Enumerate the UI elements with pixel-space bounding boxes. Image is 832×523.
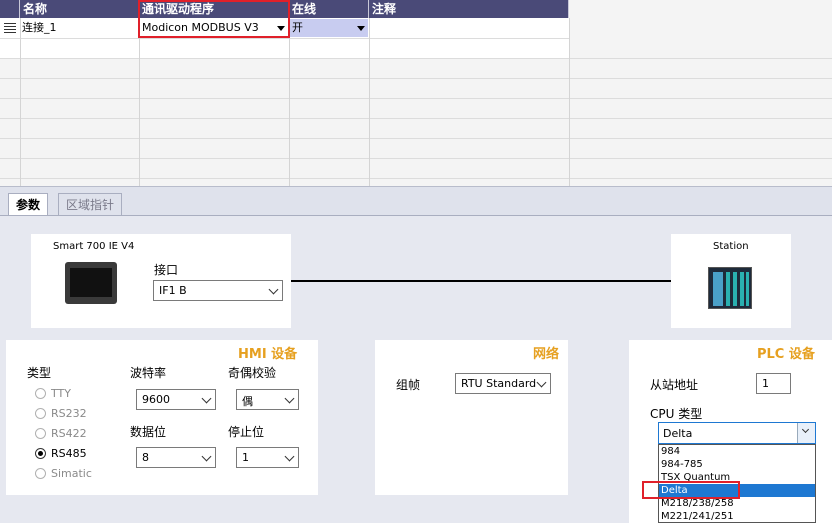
tab-area-pointer[interactable]: 区域指针 [58,193,123,215]
radio-tty[interactable] [35,388,46,399]
parity-value: 偶 [242,395,253,408]
row-handle-icon[interactable] [4,22,16,33]
chevron-down-icon [536,377,547,388]
col-divider [139,18,140,186]
slave-address-value: 1 [762,377,769,390]
plc-title: PLC 设备 [757,347,815,362]
tab-baseline [0,215,832,216]
row-divider [0,98,832,99]
interface-select[interactable]: IF1 B [153,280,283,301]
radio-rs232-label: RS232 [51,407,87,420]
chevron-down-icon[interactable] [797,423,815,443]
radio-rs422-label: RS422 [51,427,87,440]
header-name[interactable]: 名称 [20,0,139,18]
type-label: 类型 [27,366,52,380]
chevron-down-icon [268,284,279,295]
col-divider [20,18,21,186]
cpu-option-984-785[interactable]: 984-785 [661,458,703,471]
radio-tty-label: TTY [51,387,71,400]
radio-simatic-label: Simatic [51,467,92,480]
row-divider [0,38,569,39]
station-name: Station [713,241,749,252]
row-divider [0,58,832,59]
row-divider [0,78,832,79]
delta-highlight [642,481,740,499]
row-divider [0,138,832,139]
radio-rs485-label: RS485 [51,447,87,460]
chevron-down-icon [201,451,212,462]
row-divider [0,178,832,179]
plc-station-icon [708,267,752,309]
radio-simatic[interactable] [35,468,46,479]
slave-address-label: 从站地址 [650,378,699,392]
dropdown-arrow-icon[interactable] [357,26,365,31]
chevron-down-icon [284,393,295,404]
databits-value: 8 [142,451,149,464]
col-divider [369,18,370,186]
cpu-type-value: Delta [663,427,693,440]
connections-table: 名称 通讯驱动程序 在线 注释 连接_1 Modicon MODBUS V3 开 [0,0,832,186]
hmi-device-name: Smart 700 IE V4 [53,241,135,252]
radio-rs232[interactable] [35,408,46,419]
header-empty [569,0,832,18]
driver-highlight [138,0,290,38]
online-select[interactable]: 开 [290,19,368,37]
profile-label: 组帧 [396,378,421,392]
cpu-type-select[interactable]: Delta [658,422,816,444]
baud-select[interactable]: 9600 [136,389,216,410]
databits-select[interactable]: 8 [136,447,216,468]
cpu-option-m221[interactable]: M221/241/251 [661,510,734,522]
baud-label: 波特率 [130,366,167,380]
header-comment[interactable]: 注释 [369,0,569,18]
col-divider [289,18,290,186]
chevron-down-icon [284,451,295,462]
slave-address-input[interactable]: 1 [756,373,791,394]
cpu-option-984[interactable]: 984 [661,445,680,458]
baud-value: 9600 [142,393,170,406]
tab-strip [0,186,832,216]
parity-label: 奇偶校验 [228,366,277,380]
network-title: 网络 [533,347,560,362]
hmi-settings-panel: HMI 设备 类型 TTY RS232 RS422 RS485 Simatic … [6,340,318,495]
station-card: Station [671,234,791,328]
cpu-type-label: CPU 类型 [650,407,703,421]
radio-rs485[interactable] [35,448,46,459]
stopbits-label: 停止位 [228,425,265,439]
profile-value: RTU Standard [461,377,537,390]
databits-label: 数据位 [130,425,167,439]
row-divider [0,118,832,119]
stopbits-value: 1 [242,451,249,464]
hmi-device-card: Smart 700 IE V4 接口 IF1 B [31,234,291,328]
col-divider [569,18,570,186]
stopbits-select[interactable]: 1 [236,447,299,468]
profile-select[interactable]: RTU Standard [455,373,551,394]
cell-connection-name[interactable]: 连接_1 [22,19,57,37]
radio-rs422[interactable] [35,428,46,439]
online-value: 开 [292,21,303,34]
network-panel: 网络 组帧 RTU Standard [375,340,568,495]
interface-label: 接口 [154,263,179,277]
chevron-down-icon [201,393,212,404]
connection-line [291,280,671,282]
header-online[interactable]: 在线 [289,0,369,18]
parity-select[interactable]: 偶 [236,389,299,410]
tab-parameters[interactable]: 参数 [8,193,49,215]
hmi-settings-title: HMI 设备 [238,347,298,362]
cell-comment[interactable] [370,19,568,37]
interface-value: IF1 B [159,284,187,297]
table-row-empty [0,38,569,58]
header-corner [0,0,20,18]
hmi-panel-icon [65,262,117,304]
row-divider [0,158,832,159]
